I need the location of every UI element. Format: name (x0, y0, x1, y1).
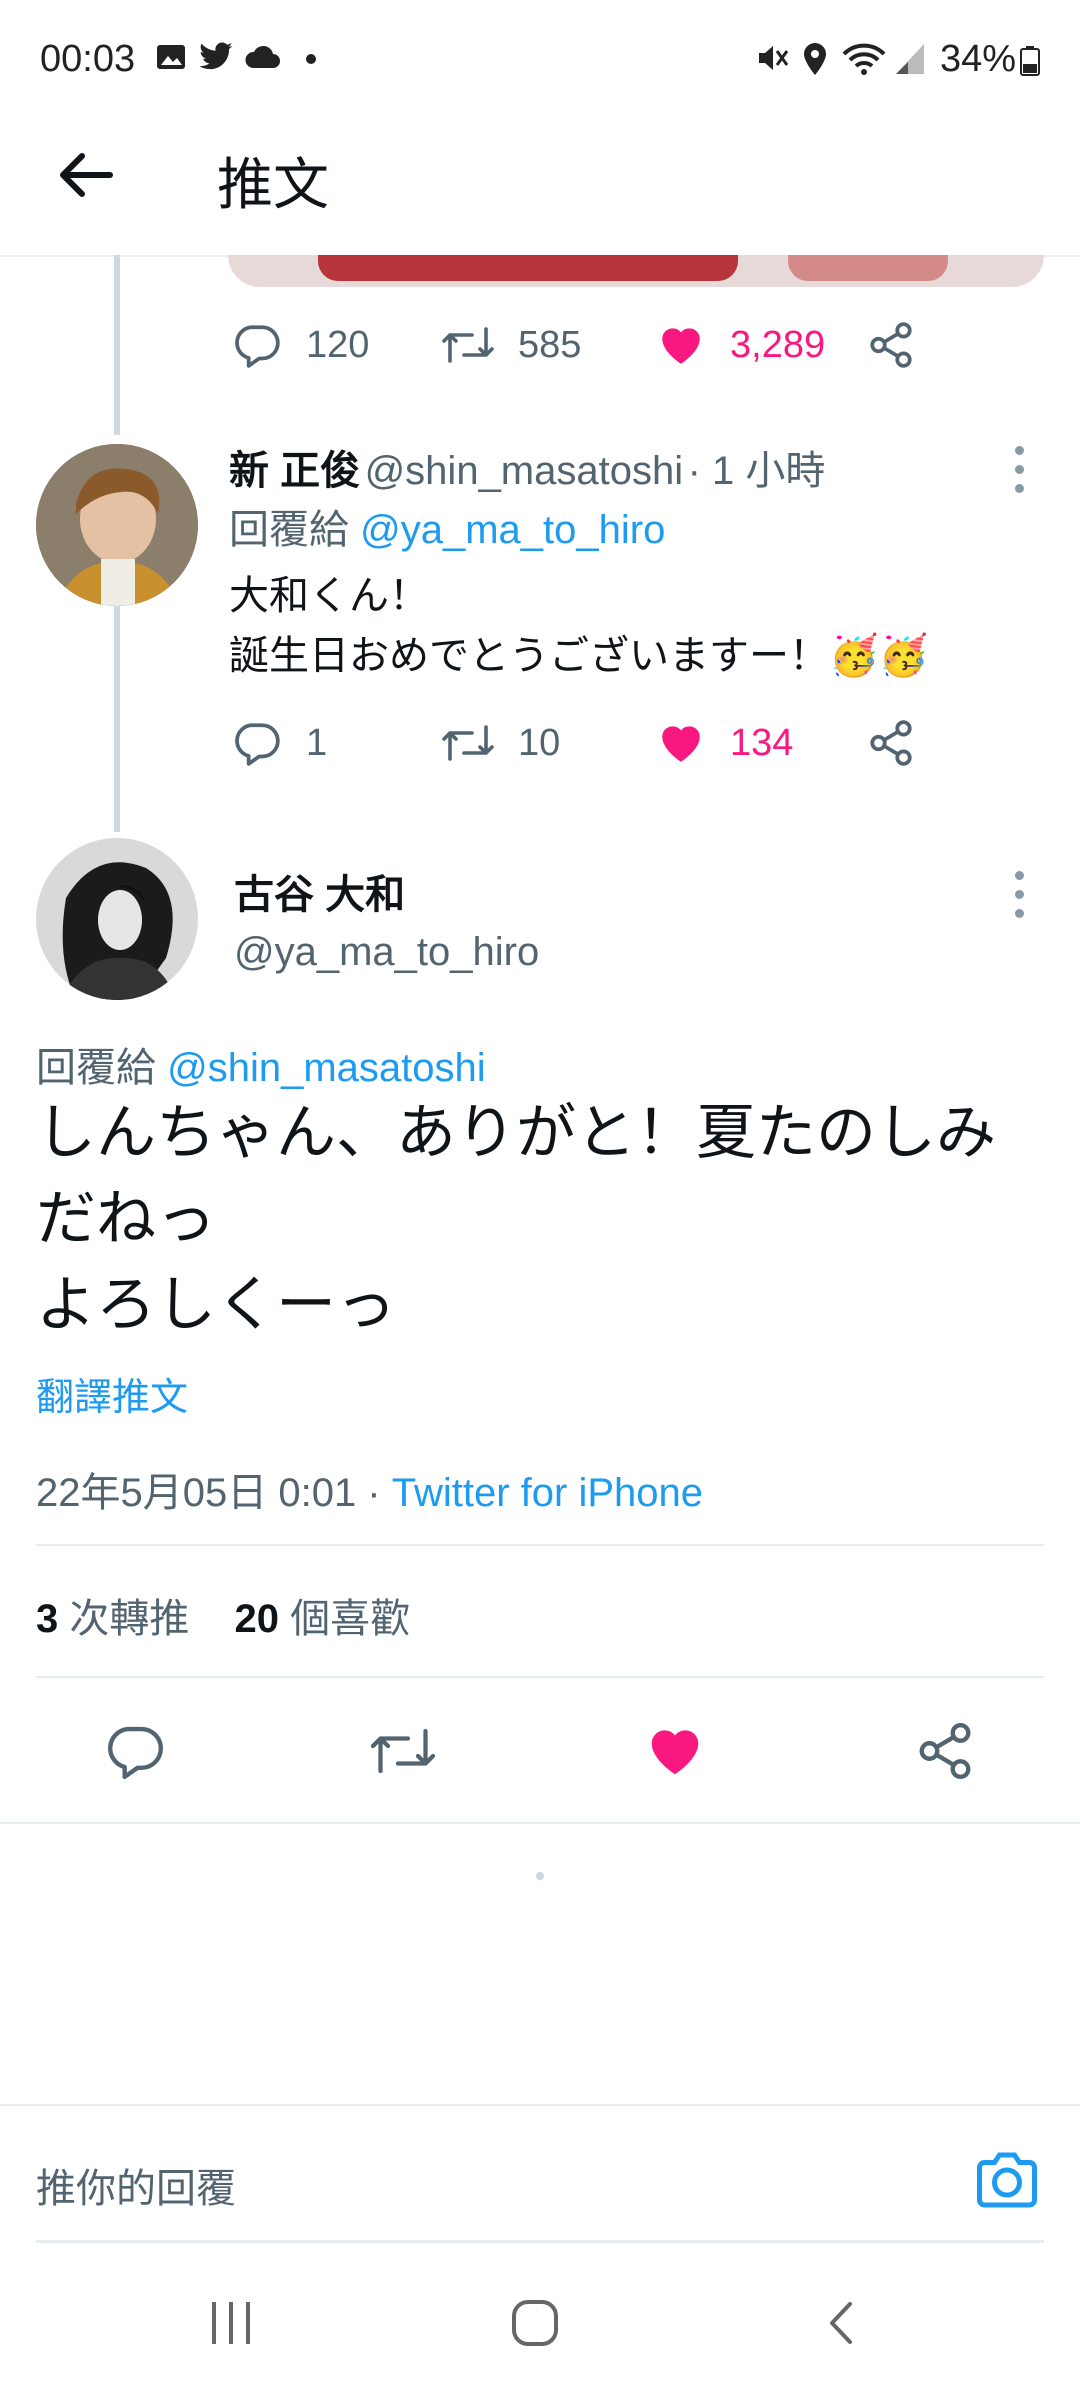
battery-percent: 34% (940, 38, 1017, 80)
likes-stat[interactable]: 20 個喜歡 (235, 1597, 411, 1641)
tweet-text-line: よろしくーっ (36, 1271, 396, 1338)
tweet-source-link[interactable]: Twitter for iPhone (392, 1471, 703, 1515)
reply-action[interactable]: 120 (232, 320, 369, 370)
tweet-media-image[interactable] (228, 255, 1044, 287)
tweet-text-line: 誕生日おめでとうございますー！🥳🥳 (229, 634, 929, 678)
camera-icon[interactable] (974, 2150, 1040, 2210)
page-title: 推文 (217, 153, 329, 216)
twitter-bird-icon (199, 42, 233, 70)
retweet-action[interactable]: 10 (440, 718, 560, 768)
notification-dot-icon (306, 54, 316, 64)
replying-prefix: 回覆給 (229, 508, 349, 552)
home-icon[interactable] (510, 2298, 560, 2348)
heart-filled-icon[interactable] (644, 1720, 706, 1782)
reply-count: 120 (306, 323, 370, 366)
reply-icon (235, 325, 280, 368)
author-handle[interactable]: @ya_ma_to_hiro (234, 930, 539, 975)
retweets-stat[interactable]: 3 次轉推 (36, 1597, 189, 1641)
reply-input[interactable]: 推你的回覆 (36, 2156, 236, 2214)
loading-indicator (536, 1872, 544, 1880)
mention-link[interactable]: @shin_masatoshi (167, 1046, 486, 1090)
tweet-author-line: 新 正俊 @shin_masatoshi · 1 小時 (229, 438, 825, 496)
replying-to-line: 回覆給 @shin_masatoshi (36, 1035, 486, 1093)
tweet-text-line: しんちゃん、ありがと！夏たのしみ (36, 1099, 996, 1166)
wifi-icon (842, 43, 886, 75)
divider (36, 1676, 1044, 1678)
translate-tweet-link[interactable]: 翻譯推文 (36, 1366, 188, 1421)
avatar[interactable] (36, 838, 198, 1000)
heart-filled-icon (662, 328, 700, 364)
like-action[interactable]: 3,289 (656, 320, 825, 370)
recent-apps-icon[interactable] (206, 2300, 256, 2346)
system-navigation-bar (0, 2240, 1080, 2400)
reply-compose-bar: 推你的回覆 (0, 2104, 1080, 2243)
tweet-text-line: だねっ (36, 1185, 216, 1252)
top-app-bar (0, 120, 1080, 257)
replying-to-line: 回覆給 @ya_ma_to_hiro (229, 500, 665, 560)
share-icon[interactable] (914, 1720, 976, 1782)
retweet-icon[interactable] (368, 1720, 438, 1782)
reply-icon (235, 723, 280, 766)
battery-icon (1020, 46, 1040, 76)
replying-prefix: 回覆給 (36, 1046, 156, 1090)
retweet-icon (442, 327, 494, 363)
like-count: 134 (730, 721, 794, 764)
status-time: 00:03 (40, 38, 136, 80)
location-icon (804, 43, 826, 75)
like-count: 3,289 (730, 323, 826, 366)
tweet-datetime: 22年5月05日 0:01 · (36, 1471, 392, 1515)
more-options-icon[interactable] (1015, 446, 1027, 503)
gallery-icon (157, 45, 185, 69)
retweet-count: 10 (518, 721, 561, 764)
tweet-datetime-line: 22年5月05日 0:01 · Twitter for iPhone (36, 1460, 703, 1518)
tweet-text-line: 大和くん！ (229, 574, 429, 618)
like-action[interactable]: 134 (656, 718, 793, 768)
mention-link[interactable]: @ya_ma_to_hiro (360, 508, 665, 552)
status-bar: 00:03 34% (0, 0, 1080, 120)
share-icon[interactable] (866, 718, 916, 768)
cloud-icon (245, 45, 280, 68)
more-options-icon[interactable] (1015, 871, 1027, 928)
reply-action[interactable]: 1 (232, 718, 327, 768)
author-handle[interactable]: @shin_masatoshi (365, 449, 684, 493)
retweet-count: 585 (518, 323, 582, 366)
avatar[interactable] (36, 444, 198, 606)
signal-icon (896, 44, 924, 74)
retweet-icon (442, 725, 494, 761)
mute-icon (759, 46, 789, 70)
thread-connector-line (114, 255, 120, 435)
retweet-action[interactable]: 585 (440, 320, 581, 370)
divider (0, 1822, 1080, 1824)
back-nav-icon[interactable] (822, 2300, 858, 2346)
reply-icon[interactable] (104, 1720, 166, 1782)
engagement-stats: 3 次轉推 20 個喜歡 (36, 1586, 410, 1644)
share-icon[interactable] (866, 320, 916, 370)
tweet-timestamp: · 1 小時 (687, 449, 826, 493)
reply-count: 1 (306, 721, 328, 764)
thread-connector-line (114, 606, 120, 832)
divider (36, 1544, 1044, 1546)
back-arrow-icon[interactable] (50, 140, 120, 210)
heart-filled-icon (662, 726, 700, 762)
author-name[interactable]: 新 正俊 (229, 449, 360, 493)
author-name[interactable]: 古谷 大和 (234, 862, 405, 920)
